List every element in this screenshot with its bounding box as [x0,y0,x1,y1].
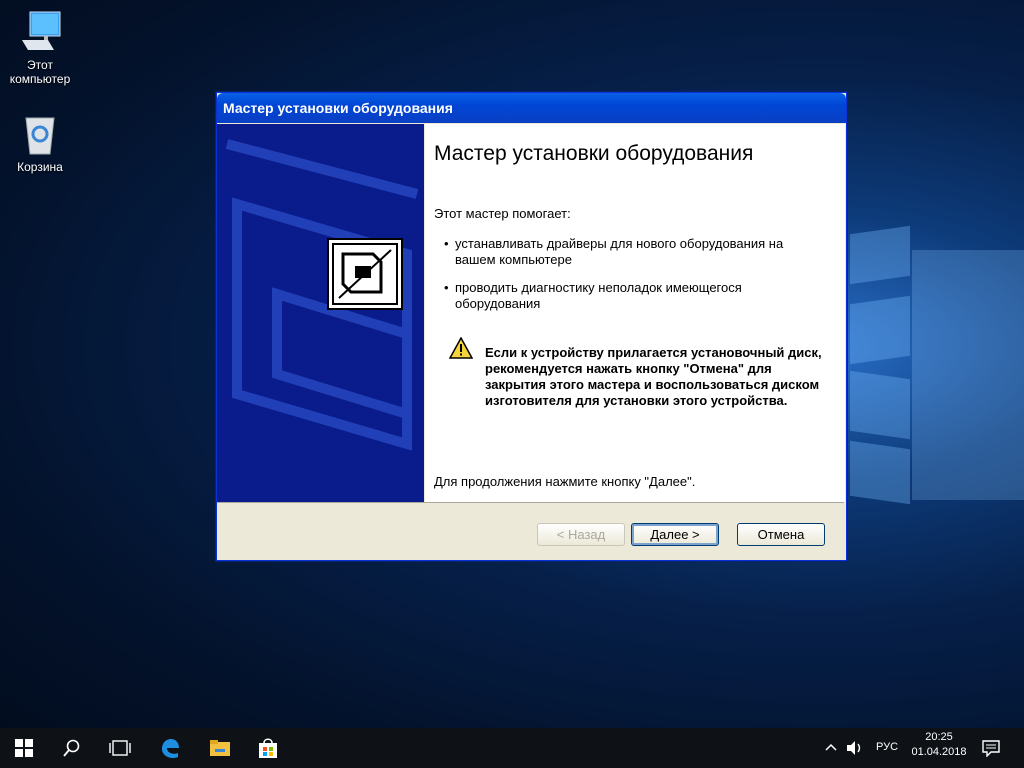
wizard-bullet: устанавливать драйверы для нового оборуд… [444,236,800,268]
search-button[interactable] [48,728,96,768]
wizard-footnote: Для продолжения нажмите кнопку "Далее". [434,474,696,489]
file-explorer-icon [210,740,230,756]
chevron-up-icon [825,743,837,751]
hardware-wizard-dialog: Мастер установки оборудования Мастер уст… [216,92,847,561]
search-icon [63,739,80,757]
wizard-heading: Мастер установки оборудования [434,142,754,165]
warning-icon [448,336,474,362]
clock[interactable]: 20:25 01.04.2018 [906,731,972,758]
windows-start-icon [15,739,33,757]
desktop-icon-label: Корзина [17,160,63,174]
taskbar: РУС 20:25 01.04.2018 [0,728,1024,768]
wizard-warning-text: Если к устройству прилагается установочн… [485,345,822,408]
volume-button[interactable] [846,740,864,761]
wallpaper-beam [850,370,910,440]
wizard-intro: Этот мастер помогает: [434,206,571,221]
hardware-wizard-icon [327,238,403,310]
next-button[interactable]: Далее > [631,523,719,546]
dialog-title: Мастер установки оборудования [223,100,453,116]
computer-icon [18,10,62,54]
notifications-icon [982,740,1000,758]
hardware-illustration [225,139,419,451]
wizard-content: Мастер установки оборудования Этот масте… [425,124,845,502]
action-center-button[interactable] [982,739,1000,762]
wallpaper-beam [850,440,910,505]
wizard-button-bar: < Назад Далее > Отмена [217,502,844,559]
task-view-button[interactable] [96,728,144,768]
language-indicator[interactable]: РУС [876,741,898,753]
store-icon [259,738,277,758]
wallpaper-beam [912,250,1024,500]
volume-icon [847,741,861,755]
recycle-bin-icon [18,112,62,156]
clock-date: 01.04.2018 [911,746,967,758]
store-taskbar-button[interactable] [244,728,292,768]
back-button[interactable]: < Назад [537,523,625,546]
wizard-bullet: проводить диагностику неполадок имеющего… [444,280,785,312]
desktop-icon-label: Этот [27,58,53,72]
wizard-side-panel [217,124,424,502]
file-explorer-taskbar-button[interactable] [196,728,244,768]
clock-time: 20:25 [925,731,953,743]
start-button[interactable] [0,728,48,768]
task-view-icon [109,740,131,756]
wallpaper-beam [850,295,910,365]
desktop-icon-this-pc[interactable]: Этот компьютер [2,10,78,86]
dialog-title-bar[interactable]: Мастер установки оборудования [217,93,846,123]
desktop-icon-label: компьютер [9,72,71,86]
edge-icon [162,739,179,759]
show-hidden-icons-button[interactable] [824,740,838,759]
cancel-button[interactable]: Отмена [737,523,825,546]
edge-taskbar-button[interactable] [146,728,194,768]
desktop-icon-recycle-bin[interactable]: Корзина [2,112,78,174]
wallpaper-beam [850,225,910,285]
